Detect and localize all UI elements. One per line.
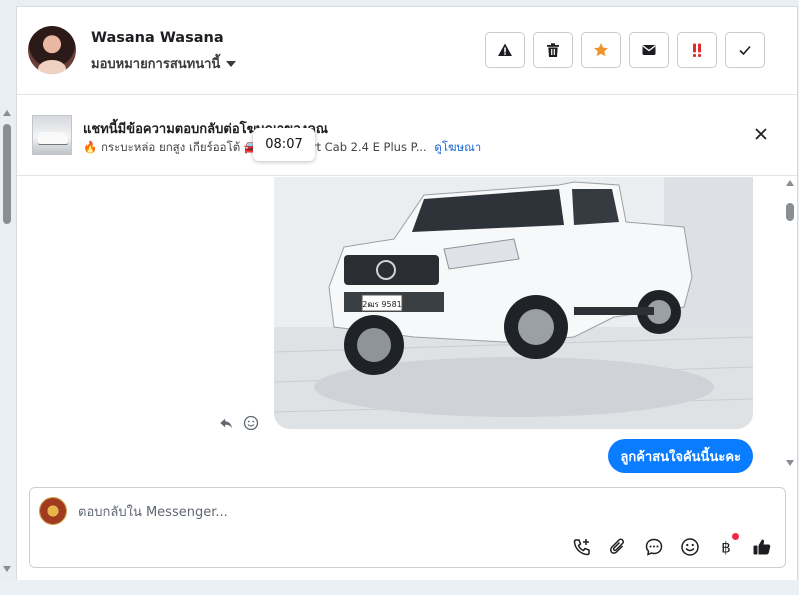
truck-photo: 2ฒร 9581 — [274, 177, 753, 429]
chat-bubble-icon — [645, 538, 663, 556]
payment-button[interactable]: ฿ — [715, 533, 739, 558]
scroll-down-arrow-icon[interactable] — [3, 566, 11, 572]
svg-text:฿: ฿ — [721, 539, 731, 557]
timestamp-tooltip: 08:07 — [253, 128, 315, 161]
ad-thumbnail[interactable] — [32, 115, 72, 155]
message-actions — [219, 415, 259, 431]
ad-subtitle-tail: art Cab 2.4 E Plus P... — [304, 140, 427, 154]
delete-button[interactable] — [533, 32, 573, 68]
trash-icon — [547, 43, 559, 57]
chevron-down-icon — [226, 61, 237, 67]
view-ad-link[interactable]: ดูโฆษณา — [434, 140, 481, 154]
ad-subtitle-text: 🔥 กระบะหล่อ ยกสูง เกียร์ออโต้ 🚘 Hi — [83, 140, 274, 154]
emoji-button[interactable] — [679, 536, 701, 558]
chat-scroll-up-arrow-icon[interactable] — [786, 180, 794, 186]
reply-icon[interactable] — [219, 416, 233, 430]
call-add-icon — [573, 539, 590, 556]
react-emoji-icon[interactable] — [243, 415, 259, 431]
chat-scrollbar-thumb[interactable] — [786, 203, 794, 221]
star-button[interactable] — [581, 32, 621, 68]
call-button[interactable] — [571, 536, 593, 558]
scrollbar-thumb[interactable] — [3, 124, 11, 224]
conversation-panel: Wasana Wasana มอบหมายการสนทนานี้ แชทนี้ม… — [16, 6, 798, 580]
footer-strip — [0, 580, 799, 595]
star-icon — [594, 43, 608, 57]
double-exclamation-icon — [693, 43, 701, 57]
contact-name[interactable]: Wasana Wasana — [91, 30, 224, 46]
message-thread[interactable]: 2ฒร 9581 ลูกค้าสนใจคันนี้นะคะ — [17, 177, 787, 479]
reply-input[interactable] — [78, 502, 678, 522]
warning-icon — [498, 43, 512, 56]
report-spam-button[interactable] — [485, 32, 525, 68]
mark-done-button[interactable] — [725, 32, 765, 68]
message-composer: ฿ — [29, 487, 786, 568]
assign-label: มอบหมายการสนทนานี้ — [91, 57, 221, 72]
contact-avatar[interactable] — [28, 26, 76, 74]
composer-tools: ฿ — [571, 533, 773, 558]
conversation-actions — [485, 32, 765, 68]
chat-scroll-down-arrow-icon[interactable] — [786, 460, 794, 466]
attach-button[interactable] — [607, 536, 629, 558]
check-icon — [739, 45, 751, 56]
conversation-header: Wasana Wasana มอบหมายการสนทนานี้ — [17, 7, 797, 95]
mark-unread-button[interactable] — [629, 32, 669, 68]
emoji-icon — [681, 538, 699, 556]
ad-reply-banner: แชทนี้มีข้อความตอบกลับต่อโฆษณาของคุณ 🔥 ก… — [17, 96, 797, 176]
paperclip-icon — [610, 538, 624, 554]
scroll-up-arrow-icon[interactable] — [3, 110, 11, 116]
follow-up-button[interactable] — [677, 32, 717, 68]
chat-scrollbar[interactable] — [785, 178, 797, 473]
close-icon[interactable] — [753, 126, 769, 142]
left-scrollbar[interactable] — [0, 110, 14, 576]
page-avatar — [39, 497, 67, 525]
license-plate: 2ฒร 9581 — [362, 300, 402, 309]
outgoing-message-bubble[interactable]: ลูกค้าสนใจคันนี้นะคะ — [608, 439, 753, 473]
assign-conversation-dropdown[interactable]: มอบหมายการสนทนานี้ — [91, 53, 237, 74]
saved-replies-button[interactable] — [643, 536, 665, 558]
thumbs-up-icon — [753, 539, 771, 555]
envelope-icon — [642, 45, 656, 55]
like-button[interactable] — [751, 536, 773, 558]
message-image[interactable]: 2ฒร 9581 — [274, 177, 753, 429]
notification-dot — [732, 533, 739, 540]
baht-icon: ฿ — [721, 539, 731, 557]
